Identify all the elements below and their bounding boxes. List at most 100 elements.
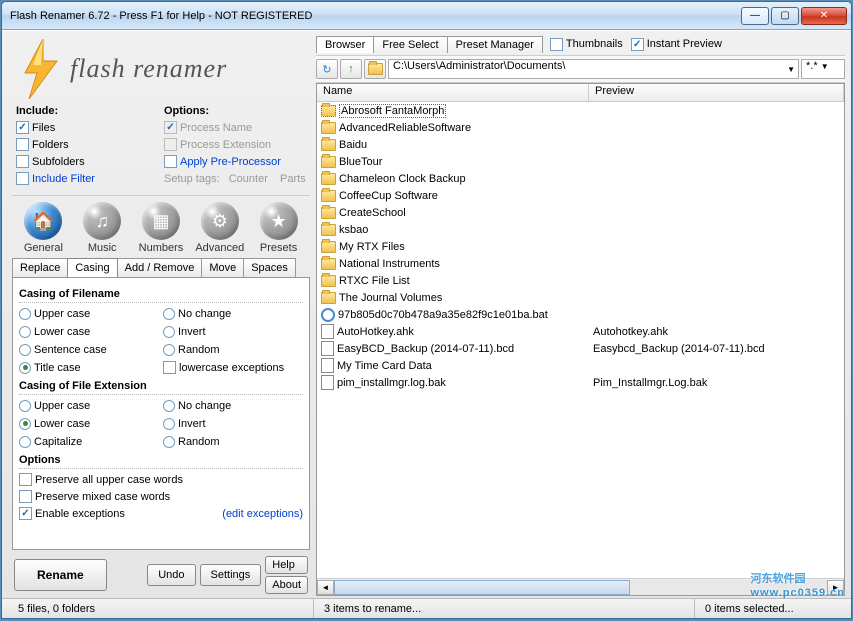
- list-row[interactable]: Baidu: [317, 136, 844, 153]
- folders-checkbox[interactable]: [16, 138, 29, 151]
- folder-icon: [321, 156, 336, 168]
- rename-button[interactable]: Rename: [14, 559, 107, 591]
- help-button[interactable]: Help: [265, 556, 308, 574]
- list-row[interactable]: EasyBCD_Backup (2014-07-11).bcd Easybcd_B…: [317, 340, 844, 357]
- tab-preset-manager[interactable]: Preset Manager: [447, 36, 543, 53]
- column-name[interactable]: Name: [317, 84, 589, 101]
- left-panel: flash renamer Include: Files Folders Sub…: [2, 31, 314, 598]
- extension-filter[interactable]: *.* ▼: [801, 59, 845, 79]
- fn-nochange-radio[interactable]: [163, 308, 175, 320]
- list-row[interactable]: ksbao: [317, 221, 844, 238]
- thumbnails-checkbox[interactable]: [550, 38, 563, 51]
- list-row[interactable]: AutoHotkey.ahkAutohotkey.ahk: [317, 323, 844, 340]
- about-button[interactable]: About: [265, 576, 308, 594]
- list-row[interactable]: The Journal Volumes: [317, 289, 844, 306]
- include-group: Include: Files Folders Subfolders Includ…: [16, 105, 146, 187]
- up-button[interactable]: ↑: [340, 59, 362, 79]
- watermark: 河东软件园 www.pc0359.cn: [750, 569, 845, 599]
- list-row[interactable]: CoffeeCup Software: [317, 187, 844, 204]
- logo-text: flash renamer: [70, 54, 227, 84]
- general-button[interactable]: 🏠General: [16, 202, 70, 254]
- list-row[interactable]: pim_installmgr.log.bakPim_Installmgr.Log…: [317, 374, 844, 391]
- gear-icon: ⚙: [201, 202, 239, 240]
- ext-capitalize-radio[interactable]: [19, 436, 31, 448]
- list-row[interactable]: BlueTour: [317, 153, 844, 170]
- calculator-icon: ▦: [142, 202, 180, 240]
- ext-upper-radio[interactable]: [19, 400, 31, 412]
- file-preview: Easybcd_Backup (2014-07-11).bcd: [591, 343, 844, 355]
- file-name: 97b805d0c70b478a9a35e82f9c1e01ba.bat: [338, 309, 548, 321]
- refresh-button[interactable]: ↻: [316, 59, 338, 79]
- settings-button[interactable]: Settings: [200, 564, 262, 586]
- list-row[interactable]: My RTX Files: [317, 238, 844, 255]
- list-row[interactable]: Abrosoft FantaMorph: [317, 102, 844, 119]
- file-icon: [321, 324, 334, 339]
- files-checkbox[interactable]: [16, 121, 29, 134]
- tab-spaces[interactable]: Spaces: [243, 258, 296, 277]
- fn-lower-radio[interactable]: [19, 326, 31, 338]
- folder-icon: [321, 105, 336, 117]
- numbers-button[interactable]: ▦Numbers: [134, 202, 188, 254]
- right-panel: Browser Free Select Preset Manager Thumb…: [314, 31, 851, 598]
- apply-pre-checkbox[interactable]: [164, 155, 177, 168]
- column-preview[interactable]: Preview: [589, 84, 844, 101]
- list-row[interactable]: RTXC File List: [317, 272, 844, 289]
- browse-button[interactable]: [364, 59, 386, 79]
- advanced-button[interactable]: ⚙Advanced: [193, 202, 247, 254]
- list-row[interactable]: 97b805d0c70b478a9a35e82f9c1e01ba.bat: [317, 306, 844, 323]
- tab-free-select[interactable]: Free Select: [373, 36, 447, 53]
- file-name: Chameleon Clock Backup: [339, 173, 466, 185]
- list-row[interactable]: Chameleon Clock Backup: [317, 170, 844, 187]
- close-button[interactable]: ✕: [801, 7, 847, 25]
- music-button[interactable]: ♫Music: [75, 202, 129, 254]
- list-row[interactable]: CreateSchool: [317, 204, 844, 221]
- include-filter-checkbox[interactable]: [16, 172, 29, 185]
- path-input[interactable]: C:\Users\Administrator\Documents\: [388, 59, 799, 79]
- fn-title-radio[interactable]: [19, 362, 31, 374]
- ext-nochange-radio[interactable]: [163, 400, 175, 412]
- tab-add-remove[interactable]: Add / Remove: [117, 258, 203, 277]
- scroll-thumb[interactable]: [334, 580, 630, 595]
- subfolders-checkbox[interactable]: [16, 155, 29, 168]
- file-name: EasyBCD_Backup (2014-07-11).bcd: [337, 343, 514, 355]
- status-right: 0 items selected...: [695, 599, 845, 618]
- list-row[interactable]: My Time Card Data: [317, 357, 844, 374]
- file-name: Baidu: [339, 139, 367, 151]
- fn-upper-radio[interactable]: [19, 308, 31, 320]
- fn-sentence-radio[interactable]: [19, 344, 31, 356]
- fn-random-radio[interactable]: [163, 344, 175, 356]
- star-icon: ★: [260, 202, 298, 240]
- operation-tabs: Replace Casing Add / Remove Move Spaces: [12, 258, 310, 277]
- enable-exc-checkbox[interactable]: [19, 507, 32, 520]
- tab-replace[interactable]: Replace: [12, 258, 68, 277]
- folder-icon: [321, 173, 336, 185]
- ext-lower-radio[interactable]: [19, 418, 31, 430]
- casing-options-title: Options: [19, 454, 303, 469]
- edit-exceptions-link[interactable]: (edit exceptions): [222, 508, 303, 520]
- undo-button[interactable]: Undo: [147, 564, 195, 586]
- preserve-upper-checkbox[interactable]: [19, 473, 32, 486]
- file-icon: [321, 358, 334, 373]
- category-toolbar: 🏠General ♫Music ▦Numbers ⚙Advanced ★Pres…: [12, 196, 310, 256]
- list-body[interactable]: Abrosoft FantaMorphAdvancedReliableSoftw…: [317, 102, 844, 578]
- list-row[interactable]: AdvancedReliableSoftware: [317, 119, 844, 136]
- titlebar[interactable]: Flash Renamer 6.72 - Press F1 for Help -…: [2, 2, 851, 30]
- ext-random-radio[interactable]: [163, 436, 175, 448]
- tab-move[interactable]: Move: [201, 258, 244, 277]
- scroll-left-button[interactable]: ◄: [317, 580, 334, 595]
- file-name: My Time Card Data: [337, 360, 432, 372]
- fn-invert-radio[interactable]: [163, 326, 175, 338]
- process-ext-checkbox: [164, 138, 177, 151]
- lowercase-exc-checkbox[interactable]: [163, 361, 176, 374]
- maximize-button[interactable]: ▢: [771, 7, 799, 25]
- preserve-mixed-checkbox[interactable]: [19, 490, 32, 503]
- list-row[interactable]: National Instruments: [317, 255, 844, 272]
- ext-invert-radio[interactable]: [163, 418, 175, 430]
- path-dropdown-icon[interactable]: ▼: [787, 65, 795, 74]
- minimize-button[interactable]: —: [741, 7, 769, 25]
- tab-browser[interactable]: Browser: [316, 36, 374, 53]
- up-arrow-icon: ↑: [348, 63, 354, 75]
- tab-casing[interactable]: Casing: [67, 258, 117, 277]
- instant-preview-checkbox[interactable]: [631, 38, 644, 51]
- presets-button[interactable]: ★Presets: [252, 202, 306, 254]
